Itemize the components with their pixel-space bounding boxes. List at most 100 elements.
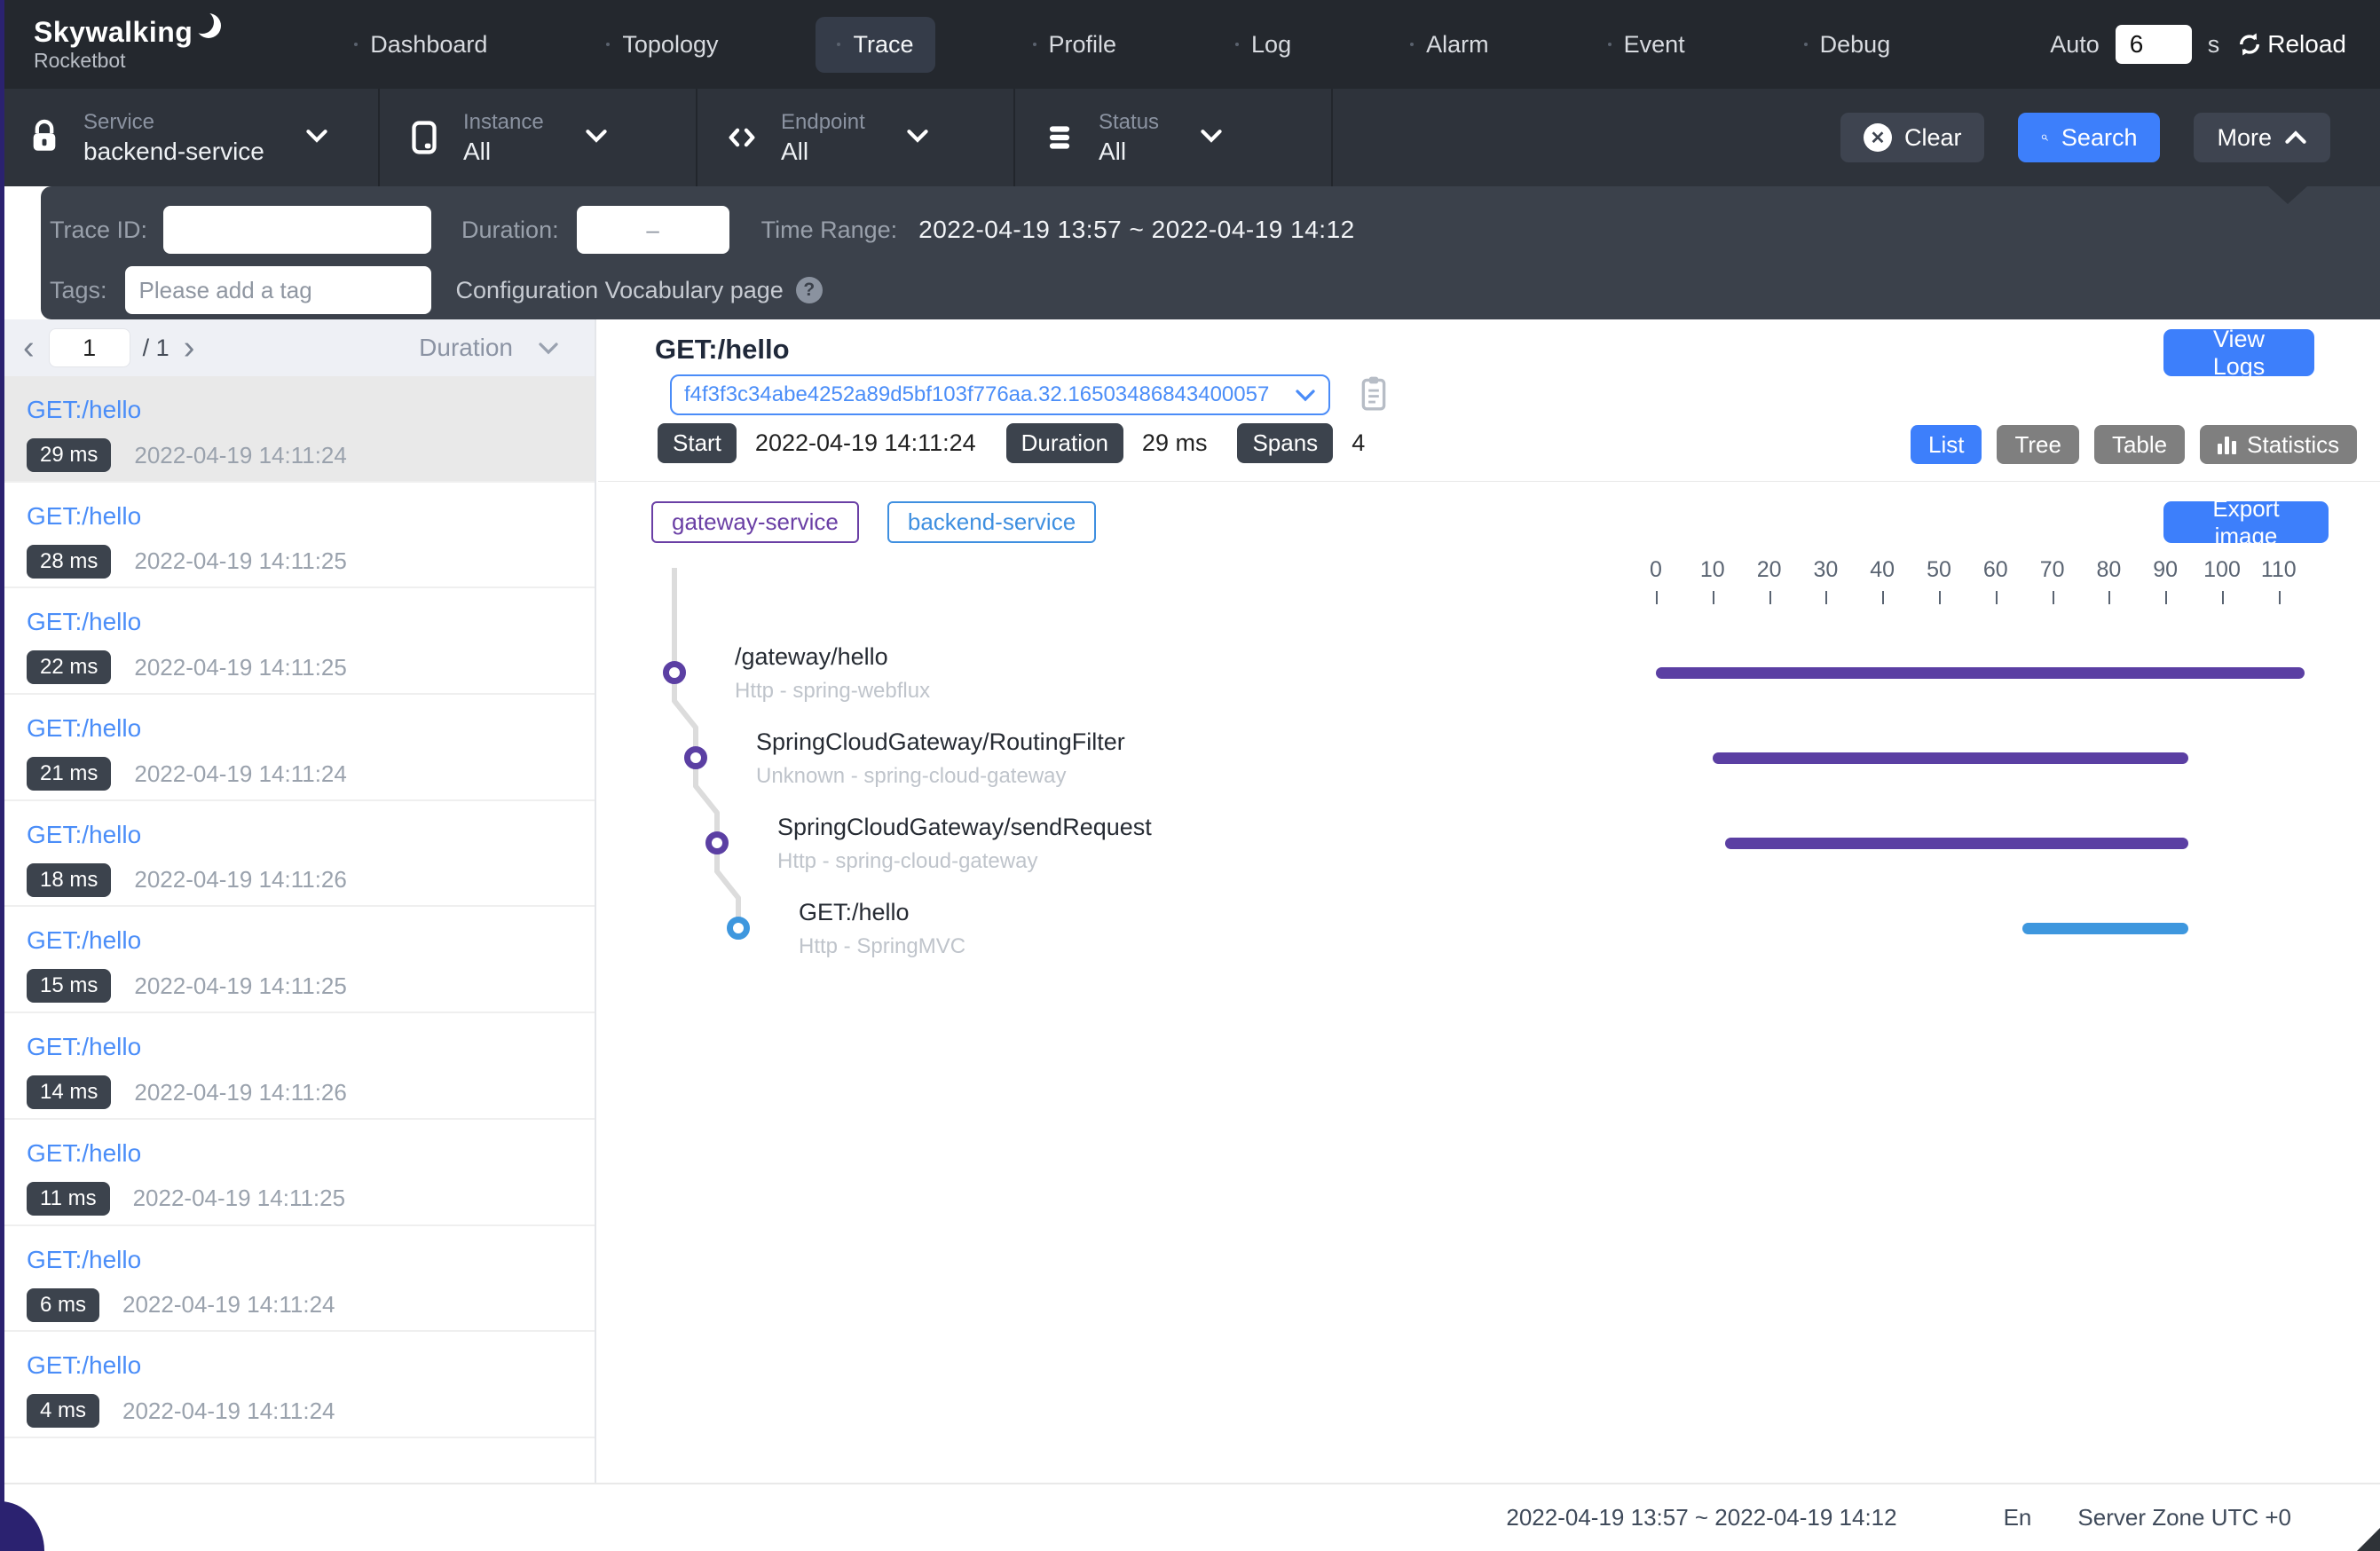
footer-time-range[interactable]: 2022-04-19 13:57 ~ 2022-04-19 14:12 — [1506, 1504, 1896, 1531]
trace-list-item[interactable]: GET:/hello 22 ms 2022-04-19 14:11:25 — [0, 588, 595, 695]
span-duration-bar[interactable] — [1725, 838, 2188, 849]
span-node-icon[interactable] — [727, 917, 750, 940]
trace-list-item[interactable]: GET:/hello 6 ms 2022-04-19 14:11:24 — [0, 1226, 595, 1333]
trace-list-item[interactable]: GET:/hello 11 ms 2022-04-19 14:11:25 — [0, 1120, 595, 1226]
trace-list-item[interactable]: GET:/hello 28 ms 2022-04-19 14:11:25 — [0, 483, 595, 589]
nav-item-dot-icon — [354, 43, 358, 46]
trace-item-title[interactable]: GET:/hello — [27, 1351, 595, 1380]
endpoint-selector[interactable]: Endpoint All — [697, 89, 1015, 186]
page-number-input[interactable] — [49, 328, 130, 367]
duration-input[interactable] — [577, 206, 729, 254]
trace-item-timestamp: 2022-04-19 14:11:24 — [122, 1291, 335, 1319]
chevron-down-icon — [585, 129, 608, 147]
clear-button[interactable]: ✕ Clear — [1840, 113, 1985, 162]
left-edge-strip — [0, 0, 4, 1551]
search-button[interactable]: Search — [2018, 113, 2160, 162]
trace-id-input[interactable] — [163, 206, 431, 254]
server-zone[interactable]: Server Zone UTC +0 — [2077, 1504, 2291, 1531]
search-icon — [2041, 125, 2048, 150]
trace-list-sidebar: ‹ / 1 › Duration GET:/hello 29 ms 2022-0… — [0, 319, 596, 1483]
auto-interval-input[interactable] — [2116, 25, 2192, 64]
nav-item-label: Log — [1251, 31, 1291, 59]
trace-item-timestamp: 2022-04-19 14:11:24 — [134, 760, 347, 788]
auto-label: Auto — [2050, 31, 2100, 59]
trace-item-title[interactable]: GET:/hello — [27, 1246, 595, 1274]
tags-input[interactable] — [125, 266, 431, 314]
nav-item-label: Topology — [622, 31, 718, 59]
trace-item-duration-badge: 6 ms — [27, 1288, 99, 1322]
service-selector[interactable]: Service backend-service — [0, 89, 380, 186]
nav-item-label: Profile — [1049, 31, 1117, 59]
nav-auto-reload: Auto s Reload — [2050, 25, 2346, 64]
nav-item-dot-icon — [1608, 43, 1612, 46]
sort-label: Duration — [419, 334, 513, 362]
trace-item-title[interactable]: GET:/hello — [27, 502, 595, 531]
endpoint-label: Endpoint — [781, 109, 865, 136]
nav-item-dot-icon — [837, 43, 840, 46]
trace-item-duration-badge: 11 ms — [27, 1182, 110, 1216]
nav-item-dot-icon — [1033, 43, 1036, 46]
page-prev-button[interactable]: ‹ — [23, 331, 35, 365]
trace-item-timestamp: 2022-04-19 14:11:25 — [134, 654, 347, 681]
nav-menu: Dashboard Topology Trace Profile — [333, 17, 1911, 73]
trace-item-title[interactable]: GET:/hello — [27, 1139, 595, 1168]
span-duration-bar[interactable] — [2022, 923, 2187, 934]
trace-item-title[interactable]: GET:/hello — [27, 926, 595, 955]
trace-list-item[interactable]: GET:/hello 21 ms 2022-04-19 14:11:24 — [0, 695, 595, 801]
language-switch[interactable]: En — [2004, 1504, 2032, 1531]
sort-dropdown[interactable]: Duration — [419, 334, 571, 362]
filter-actions: ✕ Clear Search More — [1840, 89, 2380, 186]
trace-item-duration-badge: 18 ms — [27, 863, 111, 897]
trace-item-title[interactable]: GET:/hello — [27, 1033, 595, 1061]
reload-button[interactable]: Reload — [2235, 30, 2346, 59]
trace-item-title[interactable]: GET:/hello — [27, 396, 595, 424]
span-duration-bar[interactable] — [1713, 752, 2188, 764]
time-range-label: Time Range: — [761, 217, 898, 244]
trace-list-header: ‹ / 1 › Duration — [0, 319, 595, 376]
vocabulary-link[interactable]: Configuration Vocabulary page — [456, 277, 784, 304]
brand-subtitle: Rocketbot — [34, 50, 226, 71]
trace-list-item[interactable]: GET:/hello 4 ms 2022-04-19 14:11:24 — [0, 1332, 595, 1438]
auto-unit: s — [2208, 31, 2220, 59]
nav-menu-item[interactable]: Alarm — [1389, 17, 1510, 73]
trace-item-duration-badge: 22 ms — [27, 650, 111, 684]
span-duration-bar[interactable] — [1656, 667, 2305, 679]
more-button[interactable]: More — [2194, 113, 2330, 162]
page-next-button[interactable]: › — [184, 331, 195, 365]
brand-logo[interactable]: Skywalking Rocketbot — [34, 18, 226, 71]
trace-list-item[interactable]: GET:/hello 14 ms 2022-04-19 14:11:26 — [0, 1013, 595, 1120]
instance-selector[interactable]: Instance All — [380, 89, 697, 186]
clear-label: Clear — [1904, 124, 1962, 152]
trace-list-item[interactable]: GET:/hello 15 ms 2022-04-19 14:11:25 — [0, 907, 595, 1013]
nav-menu-item[interactable]: Topology — [585, 17, 739, 73]
trace-item-timestamp: 2022-04-19 14:11:26 — [134, 1079, 347, 1106]
span-gantt-canvas: /gateway/helloHttp - spring-webfluxSprin… — [598, 319, 2380, 1118]
chevron-down-icon — [538, 342, 559, 355]
trace-item-duration-badge: 14 ms — [27, 1075, 111, 1109]
service-label: Service — [83, 109, 264, 136]
more-label: More — [2217, 124, 2272, 152]
nav-menu-item[interactable]: Profile — [1012, 17, 1139, 73]
trace-item-title[interactable]: GET:/hello — [27, 714, 595, 743]
crescent-moon-icon — [191, 8, 226, 48]
time-range-value[interactable]: 2022-04-19 13:57 ~ 2022-04-19 14:12 — [918, 216, 1355, 244]
help-icon[interactable]: ? — [796, 277, 823, 303]
trace-list-item[interactable]: GET:/hello 29 ms 2022-04-19 14:11:24 — [0, 376, 595, 483]
trace-item-title[interactable]: GET:/hello — [27, 608, 595, 636]
trace-list: GET:/hello 29 ms 2022-04-19 14:11:24 GET… — [0, 376, 595, 1483]
status-value: All — [1099, 136, 1159, 167]
trace-list-item[interactable]: GET:/hello 18 ms 2022-04-19 14:11:26 — [0, 801, 595, 908]
span-node-icon[interactable] — [663, 661, 686, 684]
nav-menu-item[interactable]: Debug — [1783, 17, 1912, 73]
nav-menu-item[interactable]: Dashboard — [333, 17, 508, 73]
nav-menu-item[interactable]: Trace — [816, 17, 934, 73]
nav-item-label: Alarm — [1426, 31, 1489, 59]
trace-item-title[interactable]: GET:/hello — [27, 821, 595, 849]
nav-menu-item[interactable]: Log — [1214, 17, 1312, 73]
status-selector[interactable]: Status All — [1015, 89, 1333, 186]
span-node-icon[interactable] — [684, 746, 707, 769]
reload-label: Reload — [2267, 30, 2346, 59]
span-node-icon[interactable] — [705, 831, 729, 854]
nav-menu-item[interactable]: Event — [1587, 17, 1706, 73]
endpoint-value: All — [781, 136, 865, 167]
